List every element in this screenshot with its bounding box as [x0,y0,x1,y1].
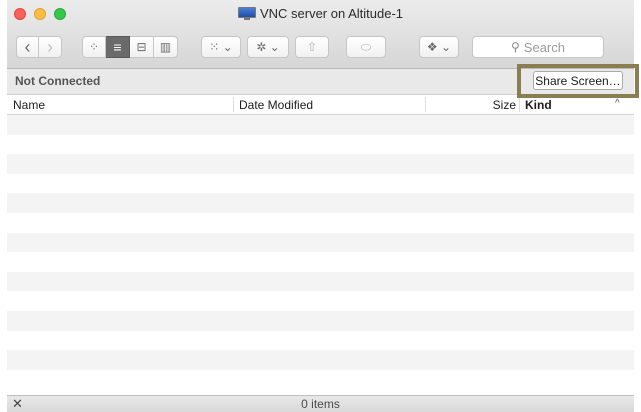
grid-icon: ⁘ [88,40,100,54]
forward-button[interactable]: › [39,36,62,58]
window-title-text: VNC server on Altitude-1 [259,6,404,21]
share-screen-button[interactable]: Share Screen… [533,71,623,90]
tag-button[interactable]: ⬭ [346,36,386,58]
column-header: Name Date Modified Size Kind ^ [7,95,634,115]
list-row [7,310,634,331]
item-count: 0 items [301,397,340,411]
search-placeholder: Search [523,39,565,55]
forward-icon: › [47,37,53,57]
list-row [7,330,634,351]
list-row [7,232,634,253]
search-icon: ⚲ [511,40,520,54]
column-divider[interactable] [519,97,520,112]
arrange-button[interactable]: ⁙ ⌄ [201,36,241,58]
list-row [7,134,634,155]
columns-icon: ⊟ [136,40,147,54]
list-row [7,193,634,213]
list-row [7,252,634,272]
list-view-button[interactable]: ≡ [106,36,130,58]
list-row [7,173,634,194]
list-row [7,350,634,370]
tag-icon: ⬭ [360,39,372,54]
action-button[interactable]: ✲ ⌄ [247,36,289,58]
column-view-button[interactable]: ⊟ [130,36,154,58]
coverflow-view-button[interactable]: ▥ [154,36,178,58]
status-bar: ✕ 0 items [7,395,634,412]
share-button[interactable]: ⇧ [295,36,329,58]
back-button[interactable]: ‹ [16,36,39,58]
list-row [7,291,634,311]
column-name[interactable]: Name [13,98,45,112]
column-kind[interactable]: Kind [525,98,552,112]
column-divider[interactable] [233,97,234,112]
back-icon: ‹ [24,37,31,57]
dropbox-button[interactable]: ❖ ⌄ [419,36,459,58]
list-row [7,369,634,390]
share-icon: ⇧ [306,40,318,54]
list-row [7,154,634,174]
connection-status: Not Connected [15,74,101,88]
list-row [7,271,634,292]
titlebar: VNC server on Altitude-1 ‹ › ⁘ ≡ ⊟ ▥ ⁙ ⌄… [7,0,634,69]
connection-bar: Not Connected Share Screen… [7,69,634,95]
dropbox-icon: ❖ ⌄ [426,40,452,54]
sort-indicator-icon: ^ [615,98,620,109]
list-icon: ≡ [113,39,122,55]
file-list[interactable] [7,115,634,395]
window-title: VNC server on Altitude-1 [7,5,634,23]
column-divider[interactable] [425,97,426,112]
finder-window: VNC server on Altitude-1 ‹ › ⁘ ≡ ⊟ ▥ ⁙ ⌄… [7,0,634,412]
coverflow-icon: ▥ [159,40,172,54]
column-date-modified[interactable]: Date Modified [239,98,313,112]
column-size[interactable]: Size [482,98,516,112]
search-field[interactable]: ⚲ Search [472,36,604,58]
gear-icon: ✲ ⌄ [256,40,280,54]
arrange-icon: ⁙ ⌄ [209,40,233,54]
monitor-icon [237,7,256,20]
icon-view-button[interactable]: ⁘ [82,36,106,58]
list-row [7,115,634,135]
list-row [7,212,634,233]
